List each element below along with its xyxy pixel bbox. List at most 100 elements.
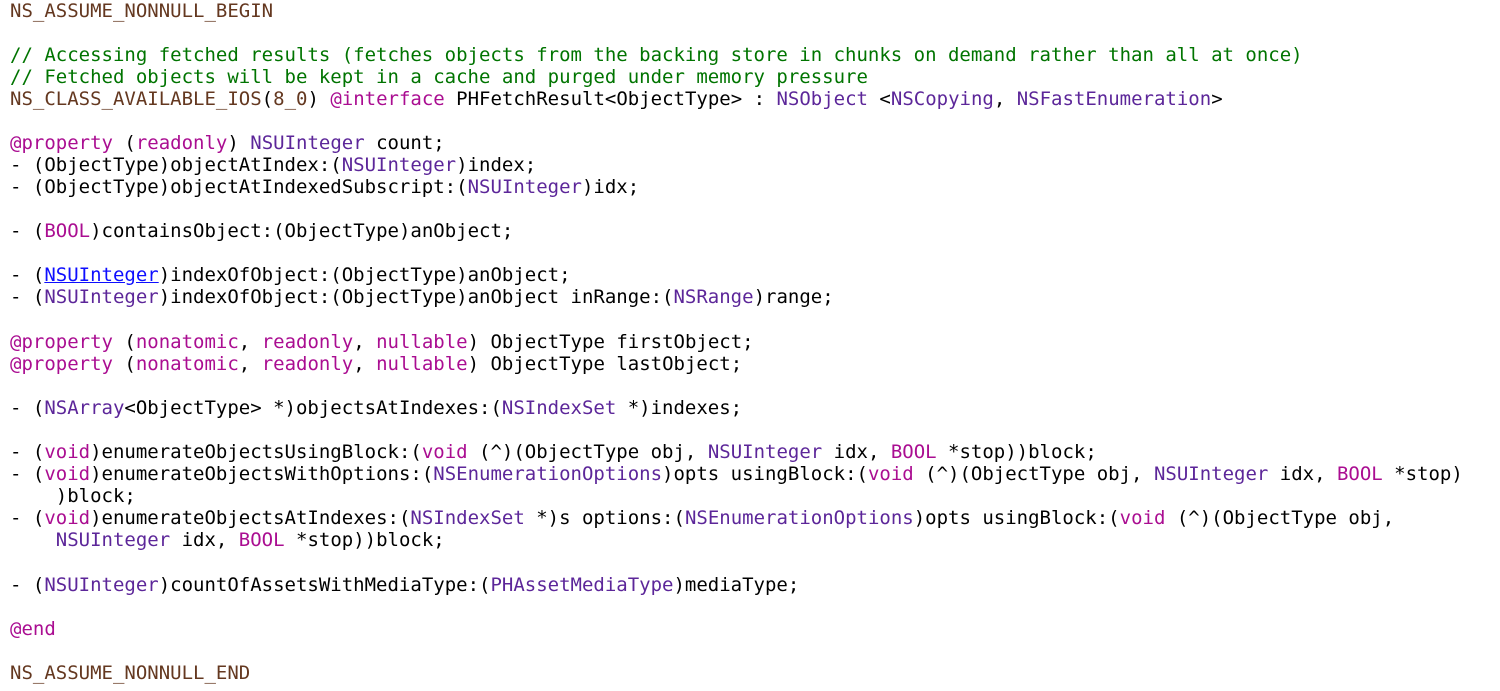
code-line: // Accessing fetched results (fetches ob…	[10, 44, 1303, 66]
code-token: ,	[238, 331, 262, 353]
code-token: *stop)	[1382, 463, 1463, 485]
code-token: @end	[10, 618, 56, 640]
code-line: NS_ASSUME_NONNULL_END	[10, 662, 250, 684]
code-token: *stop))block;	[936, 441, 1097, 463]
code-token: @property	[10, 132, 113, 154]
code-token: NSUInteger	[250, 132, 365, 154]
code-line: @end	[10, 618, 56, 640]
code-token: NSEnumerationOptions	[433, 463, 663, 485]
code-token: *)s options:(	[524, 507, 685, 529]
code-token: readonly	[135, 132, 228, 154]
code-token: ) ObjectType lastObject;	[467, 353, 743, 375]
code-token: NSCopying	[890, 88, 994, 110]
code-token: // Fetched objects will be kept in a cac…	[10, 66, 868, 88]
code-token: - (	[10, 264, 45, 286]
code-token: NSIndexSet	[410, 507, 525, 529]
code-token: NS_ASSUME_NONNULL_BEGIN	[10, 0, 274, 22]
code-token: nullable	[376, 353, 468, 375]
code-link[interactable]: NSUInteger	[44, 264, 158, 286]
code-token: )opts usingBlock:(	[913, 507, 1120, 529]
code-token: )mediaType;	[673, 574, 800, 596]
code-token: // Accessing fetched results (fetches ob…	[10, 44, 1303, 66]
code-token: readonly	[261, 353, 354, 375]
code-token: ,	[993, 88, 1017, 110]
code-line: NS_CLASS_AVAILABLE_IOS(8_0) @interface P…	[10, 88, 1223, 110]
code-token: )indexOfObject:(ObjectType)anObject inRa…	[158, 286, 674, 308]
code-token: )indexOfObject:(ObjectType)anObject;	[158, 264, 571, 286]
code-token: idx,	[822, 441, 891, 463]
code-token: BOOL	[238, 529, 285, 551]
code-token: NSIndexSet	[501, 397, 617, 419]
code-token: NSUInteger	[44, 286, 159, 308]
code-token: NSEnumerationOptions	[684, 507, 914, 529]
code-line: - (NSArray<ObjectType> *)objectsAtIndexe…	[10, 397, 742, 419]
code-token: )idx;	[581, 176, 640, 198]
code-token: NSObject	[776, 88, 868, 110]
code-token: )range;	[753, 286, 834, 308]
code-token: 8_0	[273, 88, 308, 110]
code-token: NSUInteger	[44, 574, 159, 596]
code-token: )countOfAssetsWithMediaType:(	[158, 574, 491, 596]
code-token: *)indexes;	[616, 397, 743, 419]
code-token: (	[112, 331, 136, 353]
code-token: (	[112, 353, 136, 375]
code-token: readonly	[261, 331, 354, 353]
code-token: BOOL	[1336, 463, 1383, 485]
code-token: - (	[10, 441, 45, 463]
code-token: nonatomic	[135, 331, 239, 353]
code-line: - (BOOL)containsObject:(ObjectType)anObj…	[10, 220, 513, 242]
code-token: (	[112, 132, 136, 154]
code-token: ,	[353, 353, 377, 375]
code-token: - (ObjectType)objectAtIndex:(	[10, 154, 342, 176]
code-token: )	[307, 88, 331, 110]
code-line: // Fetched objects will be kept in a cac…	[10, 66, 868, 88]
code-token: )enumerateObjectsUsingBlock:(	[90, 441, 422, 463]
code-token: ,	[353, 331, 377, 353]
code-token: NSRange	[673, 286, 754, 308]
code-token: )opts usingBlock:(	[662, 463, 868, 485]
code-token: - (	[10, 507, 45, 529]
code-line: @property (nonatomic, readonly, nullable…	[10, 353, 742, 375]
code-line: @property (readonly) NSUInteger count;	[10, 132, 445, 154]
code-token: BOOL	[890, 441, 937, 463]
code-token: void	[1119, 507, 1166, 529]
code-token: NSUInteger	[55, 529, 171, 551]
code-line: @property (nonatomic, readonly, nullable…	[10, 331, 754, 353]
code-token: PHAssetMediaType	[490, 574, 674, 596]
code-token: (^)(ObjectType obj,	[1165, 507, 1395, 529]
code-token: nonatomic	[135, 353, 239, 375]
code-token: >	[1211, 88, 1223, 110]
code-token: - (	[10, 286, 45, 308]
code-token: BOOL	[44, 220, 91, 242]
code-line: - (ObjectType)objectAtIndex:(NSUInteger)…	[10, 154, 536, 176]
code-token: PHFetchResult<ObjectType> :	[444, 88, 777, 110]
code-token: (	[261, 88, 274, 110]
code-token: <ObjectType> *)objectsAtIndexes:(	[124, 397, 502, 419]
code-token: ,	[238, 353, 262, 375]
code-token: NSArray	[44, 397, 125, 419]
code-token: - (	[10, 574, 45, 596]
code-token: void	[44, 463, 91, 485]
code-token: NSUInteger	[1153, 463, 1269, 485]
code-token: NSUInteger	[341, 154, 457, 176]
code-token: - (	[10, 397, 45, 419]
code-line: NSUInteger idx, BOOL *stop))block;	[10, 529, 445, 551]
code-token: )containsObject:(ObjectType)anObject;	[90, 220, 514, 242]
code-token: idx,	[1268, 463, 1337, 485]
code-editor[interactable]: NS_ASSUME_NONNULL_BEGIN // Accessing fetc…	[10, 0, 1498, 691]
code-line: - ( void )enumerateObjectsAtIndexes:(NSInd…	[10, 507, 1394, 529]
code-token: ) ObjectType firstObject;	[467, 331, 754, 353]
code-token: <	[867, 88, 891, 110]
code-line: NS_ASSUME_NONNULL_BEGIN	[10, 0, 273, 22]
code-line: - (NSUInteger)indexOfObject:(ObjectType)…	[10, 264, 571, 286]
code-token: count;	[364, 132, 445, 154]
code-token: )enumerateObjectsAtIndexes:(	[90, 507, 411, 529]
code-token: @interface	[330, 88, 445, 110]
code-token: idx,	[170, 529, 239, 551]
code-token: @property	[10, 353, 113, 375]
code-line: - (void)enumerateObjectsUsingBlock:(void…	[10, 441, 1097, 463]
code-token: - (ObjectType)objectAtIndexedSubscript:(	[10, 176, 468, 198]
code-token: NSUInteger	[707, 441, 823, 463]
code-token: - (	[10, 463, 45, 485]
